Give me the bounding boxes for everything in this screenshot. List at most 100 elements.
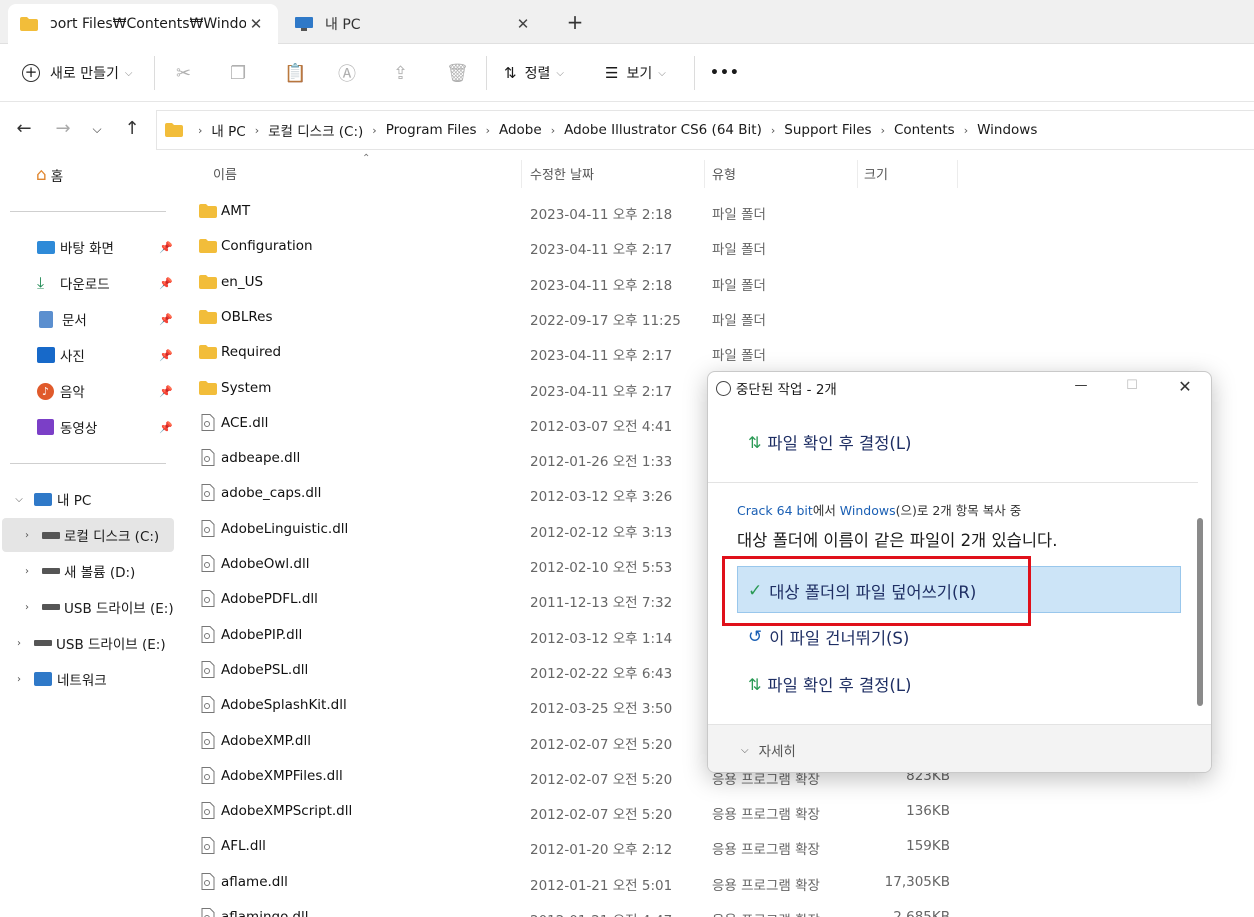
file-size: 159KB [906, 838, 950, 855]
pin-icon[interactable]: 📌 [159, 241, 173, 254]
decide-option-top[interactable]: ⇅ 파일 확인 후 결정(L) [748, 430, 911, 454]
sidebar-item-usb-e[interactable]: › USB 드라이브 (E:) [20, 590, 174, 624]
decide-files-option[interactable]: ⇅ 파일 확인 후 결정(L) [748, 672, 911, 696]
file-name: AdobeLinguistic.dll [221, 520, 349, 537]
breadcrumb-item[interactable]: 내 PC [211, 120, 245, 140]
sidebar-item-volume-d[interactable]: › 새 볼륨 (D:) [20, 554, 135, 588]
sidebar-item-pictures[interactable]: 사진 📌 [37, 338, 177, 372]
breadcrumb-item[interactable]: Program Files [386, 122, 477, 138]
column-divider[interactable] [857, 160, 858, 188]
file-name: System [221, 379, 272, 396]
rename-icon: Ⓐ [338, 64, 356, 85]
forward-arrow-icon[interactable]: → [51, 118, 75, 139]
column-header-size[interactable]: 크기 [864, 158, 888, 188]
table-row[interactable]: Required 2023-04-11 오후 2:17 파일 폴더 [177, 335, 1254, 370]
destination-folder-link[interactable]: Windows [840, 503, 896, 518]
new-tab-button[interactable]: + [560, 10, 590, 36]
delete-button[interactable]: 🗑 [446, 58, 469, 88]
breadcrumb-item[interactable]: 로컬 디스크 (C:) [268, 120, 363, 140]
table-row[interactable]: AdobeXMPScript.dll 2012-02-07 오전 5:20 응용 프… [177, 794, 1254, 829]
table-row[interactable]: aflame.dll 2012-01-21 오전 5:01 응용 프로그램 확장 17… [177, 865, 1254, 900]
copy-button[interactable]: ❐ [230, 58, 246, 88]
chevron-down-icon[interactable]: ⌵ [12, 494, 26, 505]
breadcrumb-item[interactable]: Adobe [499, 122, 542, 138]
more-details-toggle[interactable]: ⌵ 자세히 [741, 740, 796, 760]
tab-this-pc[interactable]: 내 PC ✕ [283, 4, 545, 44]
sort-button[interactable]: ⇅ 정렬 ⌵ [504, 58, 564, 88]
breadcrumb-item[interactable]: Contents [894, 122, 955, 138]
pin-icon[interactable]: 📌 [159, 313, 173, 326]
file-name: AFL.dll [221, 838, 266, 855]
column-header-date[interactable]: 수정한 날짜 [530, 158, 594, 188]
sidebar-item-usb-root[interactable]: › USB 드라이브 (E:) [12, 626, 166, 660]
table-row[interactable]: Configuration 2023-04-11 오후 2:17 파일 폴더 [177, 229, 1254, 264]
column-divider[interactable] [521, 160, 522, 188]
tab-label: ɔort Files₩Contents₩Windows [50, 16, 246, 32]
pin-icon[interactable]: 📌 [159, 421, 173, 434]
navigation-pane: ⌂ 홈 바탕 화면 📌 ⤓ 다운로드 📌 문서 📌 사진 📌 ♪ 음악 📌 동영… [0, 158, 177, 917]
sidebar-item-desktop[interactable]: 바탕 화면 📌 [37, 230, 177, 264]
share-button[interactable]: ⇪ [393, 58, 408, 88]
file-name: AdobeOwl.dll [221, 556, 310, 572]
pin-icon[interactable]: 📌 [159, 385, 173, 398]
skip-files-option[interactable]: ↺ 이 파일 건너뛰기(S) [748, 625, 909, 649]
up-arrow-icon[interactable]: ↑ [120, 118, 144, 139]
sidebar-item-music[interactable]: ♪ 음악 📌 [37, 374, 177, 408]
breadcrumb-item[interactable]: Support Files [784, 122, 871, 138]
close-icon[interactable]: ✕ [1170, 377, 1200, 396]
column-header-type[interactable]: 유형 [712, 158, 736, 188]
paste-button[interactable]: 📋 [284, 58, 306, 88]
close-tab-icon[interactable]: ✕ [513, 15, 533, 33]
chevron-right-icon[interactable]: › [12, 638, 26, 649]
recent-locations-icon[interactable]: ⌵ [85, 122, 109, 137]
close-tab-icon[interactable]: ✕ [246, 15, 266, 33]
tab-windows-folder[interactable]: ɔort Files₩Contents₩Windows ✕ [8, 4, 278, 44]
view-button[interactable]: ☰ 보기 ⌵ [605, 58, 666, 88]
chevron-right-icon[interactable]: › [20, 602, 34, 613]
table-row[interactable]: en_US 2023-04-11 오후 2:18 파일 폴더 [177, 265, 1254, 300]
breadcrumb[interactable]: › 내 PC › 로컬 디스크 (C:) › Program Files › A… [156, 110, 1254, 150]
chevron-right-icon[interactable]: › [12, 674, 26, 685]
column-divider[interactable] [704, 160, 705, 188]
maximize-icon[interactable]: ☐ [1117, 378, 1147, 393]
chevron-right-icon: › [485, 123, 490, 137]
column-divider[interactable] [957, 160, 958, 188]
cut-button[interactable]: ✂ [176, 58, 191, 88]
table-row[interactable]: AFL.dll 2012-01-20 오후 2:12 응용 프로그램 확장 159KB [177, 829, 1254, 864]
table-row[interactable]: aflamingo.dll 2012-01-21 오전 4:47 응용 프로그램 확… [177, 900, 1254, 917]
rename-button[interactable]: Ⓐ [338, 58, 356, 88]
chevron-right-icon[interactable]: › [20, 530, 34, 541]
dll-file-icon [201, 696, 215, 717]
table-row[interactable]: OBLRes 2022-09-17 오후 11:25 파일 폴더 [177, 300, 1254, 335]
sidebar-item-documents[interactable]: 문서 📌 [37, 302, 177, 336]
compare-icon: ⇅ [748, 674, 762, 694]
minimize-icon[interactable]: — [1066, 378, 1096, 393]
dialog-scrollbar[interactable] [1197, 518, 1203, 706]
file-date: 2012-01-21 오전 4:47 [530, 909, 672, 917]
new-button[interactable]: + 새로 만들기 ⌵ [22, 58, 132, 88]
chevron-right-icon[interactable]: › [20, 566, 34, 577]
video-icon [37, 419, 54, 435]
toolbar-divider [154, 56, 155, 90]
sidebar-item-this-pc[interactable]: ⌵ 내 PC [12, 482, 91, 516]
sidebar-item-network[interactable]: › 네트워크 [12, 662, 107, 696]
more-options-button[interactable]: ••• [710, 58, 740, 88]
breadcrumb-item[interactable]: Adobe Illustrator CS6 (64 Bit) [564, 122, 762, 138]
file-date: 2012-02-07 오전 5:20 [530, 807, 673, 824]
copy-status-line: Crack 64 bit에서 Windows(으)로 2개 항목 복사 중 [737, 500, 1021, 519]
source-folder-link[interactable]: Crack 64 bit [737, 503, 813, 518]
pin-icon[interactable]: 📌 [159, 349, 173, 362]
breadcrumb-item[interactable]: Windows [977, 122, 1037, 138]
column-header-name[interactable]: 이름 [213, 158, 237, 188]
file-name: Required [221, 344, 282, 361]
file-size: 17,305KB [884, 873, 950, 890]
table-row[interactable]: AMT 2023-04-11 오후 2:18 파일 폴더 [177, 194, 1254, 229]
folder-icon [199, 274, 217, 293]
sidebar-item-home[interactable]: ⌂ 홈 [36, 158, 63, 192]
back-arrow-icon[interactable]: ← [12, 118, 36, 139]
sidebar-item-downloads[interactable]: ⤓ 다운로드 📌 [37, 266, 177, 300]
file-date: 2012-01-21 오전 5:01 [530, 877, 673, 894]
sidebar-item-local-disk-c[interactable]: › 로컬 디스크 (C:) [20, 518, 159, 552]
pin-icon[interactable]: 📌 [159, 277, 173, 290]
sidebar-item-videos[interactable]: 동영상 📌 [37, 410, 177, 444]
